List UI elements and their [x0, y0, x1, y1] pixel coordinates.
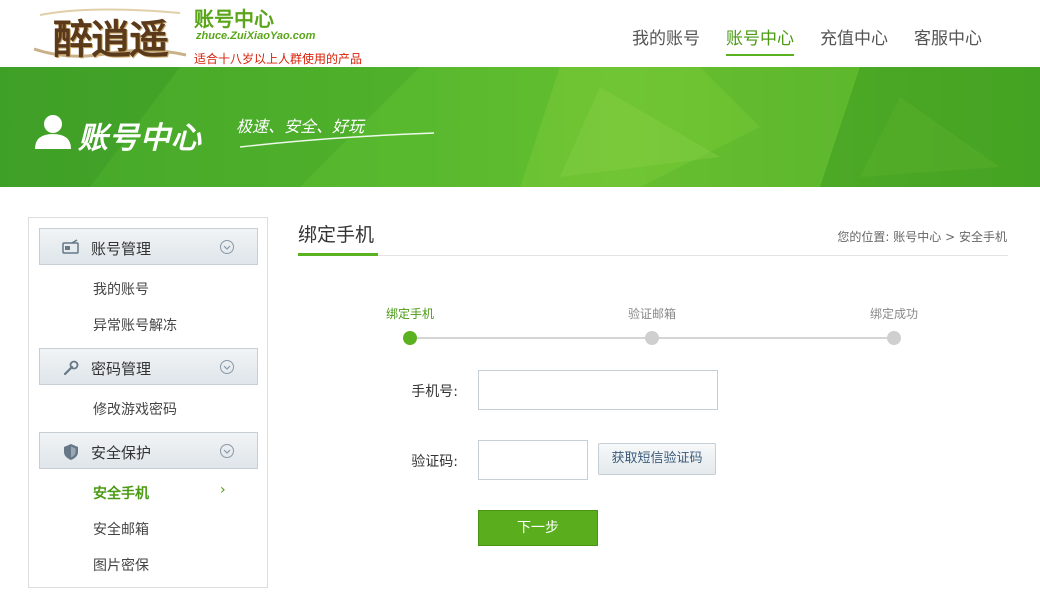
site-name: 账号中心 — [194, 7, 274, 31]
step-dot — [645, 331, 659, 345]
title-divider — [298, 255, 1008, 256]
hero-banner: 账号中心 极速、安全、好玩 — [0, 67, 1040, 187]
sidebar-item-my-account[interactable]: 我的账号 — [93, 279, 149, 299]
logo-text: 醉逍遥 — [53, 16, 169, 63]
game-logo[interactable]: 醉逍遥 — [30, 3, 190, 65]
sidebar-group-password[interactable]: 密码管理 — [39, 348, 258, 385]
nav-my-account[interactable]: 我的账号 — [632, 24, 700, 56]
breadcrumb: 您的位置: 账号中心 > 安全手机 — [837, 228, 1007, 245]
breadcrumb-current: 安全手机 — [958, 230, 1007, 244]
sidebar-item-change-password[interactable]: 修改游戏密码 — [93, 399, 177, 419]
banner-title: 账号中心 — [78, 121, 202, 156]
step-dot-active — [403, 331, 417, 345]
sidebar-group-label: 密码管理 — [91, 360, 152, 378]
code-label: 验证码: — [411, 454, 458, 470]
phone-input[interactable] — [478, 370, 718, 410]
id-card-icon — [62, 239, 79, 254]
sidebar-group-label: 账号管理 — [91, 240, 152, 258]
breadcrumb-separator: > — [945, 230, 956, 244]
sidebar: 账号管理 我的账号 异常账号解冻 密码管理 修改游戏密码 安全保护 安全手机 ›… — [28, 217, 268, 588]
sidebar-group-label: 安全保护 — [91, 444, 152, 462]
nav-account-center[interactable]: 账号中心 — [726, 24, 794, 56]
sidebar-group-account[interactable]: 账号管理 — [39, 228, 258, 265]
shield-icon — [64, 444, 78, 460]
step-label-bind-phone: 绑定手机 — [385, 307, 434, 321]
top-nav: 我的账号 账号中心 充值中心 客服中心 — [632, 24, 982, 56]
phone-label: 手机号: — [411, 384, 458, 400]
wrench-icon — [63, 360, 79, 376]
breadcrumb-prefix: 您的位置: — [837, 230, 890, 244]
step-connector — [410, 337, 652, 339]
sidebar-item-unfreeze[interactable]: 异常账号解冻 — [93, 315, 177, 335]
nav-service-center[interactable]: 客服中心 — [914, 24, 982, 56]
site-header: 醉逍遥 账号中心 zhuce.ZuiXiaoYao.com 适合十八岁以上人群使… — [0, 0, 1040, 67]
slogan-swoosh — [239, 132, 435, 148]
step-dot — [887, 331, 901, 345]
site-domain: zhuce.ZuiXiaoYao.com — [196, 30, 316, 42]
breadcrumb-home[interactable]: 账号中心 — [893, 230, 941, 244]
active-arrow-icon: › — [220, 482, 226, 498]
sidebar-group-security[interactable]: 安全保护 — [39, 432, 258, 469]
nav-recharge-center[interactable]: 充值中心 — [820, 24, 888, 56]
chevron-down-icon — [220, 444, 234, 458]
step-label-verify-email: 验证邮箱 — [627, 307, 676, 321]
user-icon — [35, 115, 71, 149]
chevron-down-icon — [220, 360, 234, 374]
chevron-down-icon — [220, 240, 234, 254]
step-connector — [652, 337, 894, 339]
sidebar-item-image-security[interactable]: 图片密保 — [93, 555, 149, 575]
sidebar-item-security-phone[interactable]: 安全手机 — [93, 483, 149, 503]
get-sms-code-button[interactable]: 获取短信验证码 — [598, 443, 716, 475]
age-notice: 适合十八岁以上人群使用的产品 — [194, 52, 363, 66]
page-title: 绑定手机 — [298, 224, 375, 246]
sidebar-item-security-email[interactable]: 安全邮箱 — [93, 519, 149, 539]
step-label-bind-success: 绑定成功 — [869, 307, 918, 321]
title-underline — [298, 253, 378, 256]
next-step-button[interactable]: 下一步 — [478, 510, 598, 546]
verification-code-input[interactable] — [478, 440, 588, 480]
